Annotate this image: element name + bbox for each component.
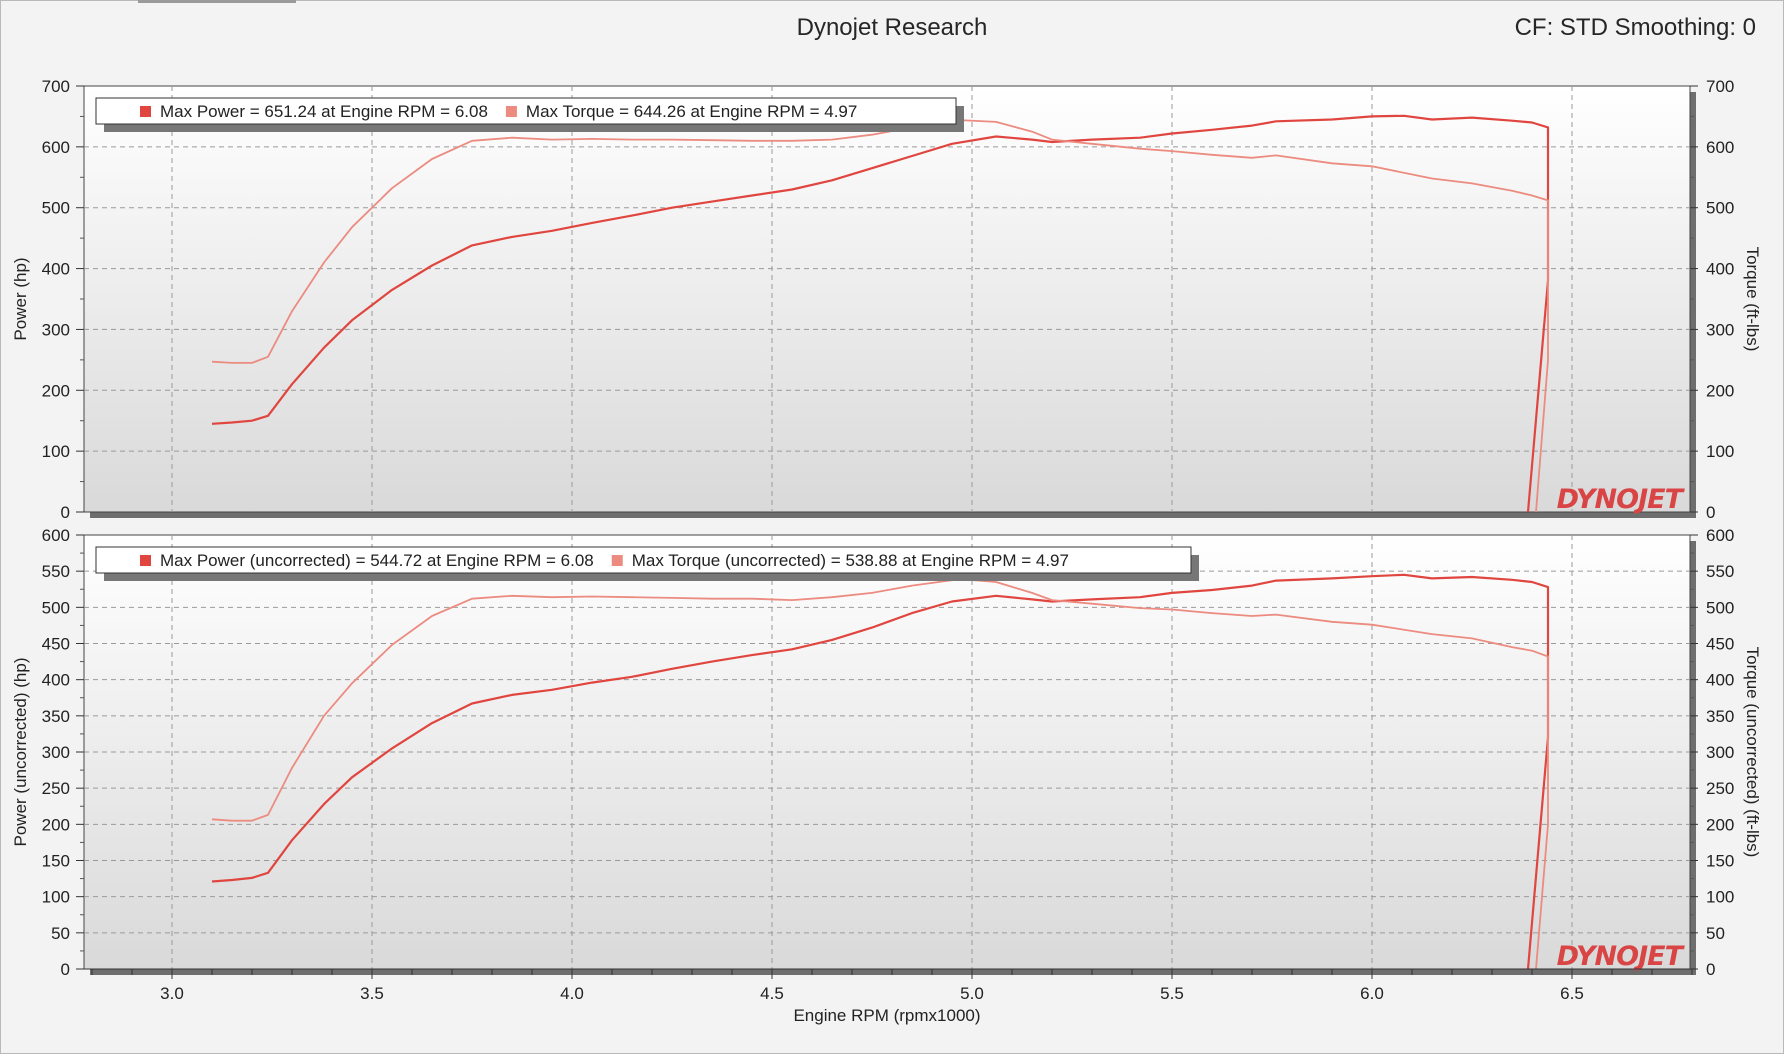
y2-tick-label: 500 bbox=[1706, 199, 1734, 218]
y-tick-label: 50 bbox=[51, 924, 70, 943]
y2-tick-label: 200 bbox=[1706, 381, 1734, 400]
y-tick-label: 500 bbox=[42, 598, 70, 617]
y-tick-label: 300 bbox=[42, 743, 70, 762]
legend-entry: Max Power = 651.24 at Engine RPM = 6.08 bbox=[160, 102, 488, 121]
plot-area bbox=[83, 85, 1691, 513]
y-tick-label: 400 bbox=[42, 260, 70, 279]
y-tick-label: 300 bbox=[42, 320, 70, 339]
y2-tick-label: 100 bbox=[1706, 442, 1734, 461]
y-tick-label: 150 bbox=[42, 852, 70, 871]
y2-tick-label: 600 bbox=[1706, 526, 1734, 545]
y2-tick-label: 700 bbox=[1706, 77, 1734, 96]
x-tick-label: 3.5 bbox=[360, 984, 384, 1003]
y-tick-label: 600 bbox=[42, 138, 70, 157]
dynojet-logo: DYNOJET bbox=[1557, 484, 1686, 515]
y-axis-label: Power (uncorrected) (hp) bbox=[11, 658, 30, 847]
chart-panel-1: 0 0 100 100 200 200 300 300 400 400 500 500 600 600 70… bbox=[11, 77, 1762, 522]
y2-tick-label: 500 bbox=[1706, 598, 1734, 617]
y-tick-label: 0 bbox=[61, 503, 70, 522]
y2-tick-label: 450 bbox=[1706, 635, 1734, 654]
y-tick-label: 200 bbox=[42, 381, 70, 400]
y2-tick-label: 100 bbox=[1706, 888, 1734, 907]
y2-axis-label: Torque (uncorrected) (ft-lbs) bbox=[1743, 647, 1762, 858]
legend-marker-power bbox=[140, 555, 151, 566]
x-tick-label: 6.5 bbox=[1560, 984, 1584, 1003]
y2-tick-label: 350 bbox=[1706, 707, 1734, 726]
x-tick-label: 6.0 bbox=[1360, 984, 1384, 1003]
y-tick-label: 250 bbox=[42, 779, 70, 798]
y2-tick-label: 400 bbox=[1706, 260, 1734, 279]
dyno-chart: 0 0100 100200 200300 300400 400500 500600 60070… bbox=[11, 77, 1762, 1025]
y-tick-label: 400 bbox=[42, 671, 70, 690]
y2-tick-label: 300 bbox=[1706, 743, 1734, 762]
y2-tick-label: 200 bbox=[1706, 815, 1734, 834]
x-tick-label: 5.5 bbox=[1160, 984, 1184, 1003]
y-tick-label: 500 bbox=[42, 199, 70, 218]
legend-entry: Max Torque = 644.26 at Engine RPM = 4.97 bbox=[526, 102, 857, 121]
y2-tick-label: 0 bbox=[1706, 960, 1715, 979]
x-tick-label: 4.5 bbox=[760, 984, 784, 1003]
chart-panel-2: 0 0 50 50 100 100 150 150 200 200 250 250 300 300 350 3… bbox=[11, 526, 1762, 979]
y-tick-label: 700 bbox=[42, 77, 70, 96]
x-tick-label: 3.0 bbox=[160, 984, 184, 1003]
legend-marker-power bbox=[140, 106, 151, 117]
y2-axis-label: Torque (ft-lbs) bbox=[1743, 247, 1762, 352]
y-tick-label: 0 bbox=[61, 960, 70, 979]
y-tick-label: 100 bbox=[42, 888, 70, 907]
y2-tick-label: 50 bbox=[1706, 924, 1725, 943]
y2-tick-label: 150 bbox=[1706, 852, 1734, 871]
x-axis-label: Engine RPM (rpmx1000) bbox=[793, 1006, 980, 1025]
legend-marker-torque bbox=[505, 106, 517, 117]
legend-marker-torque bbox=[611, 555, 623, 566]
y2-tick-label: 550 bbox=[1706, 562, 1734, 581]
y-tick-label: 450 bbox=[42, 635, 70, 654]
legend-entry: Max Power (uncorrected) = 544.72 at Engi… bbox=[160, 551, 594, 570]
y2-tick-label: 400 bbox=[1706, 671, 1734, 690]
x-tick-label: 4.0 bbox=[560, 984, 584, 1003]
y2-tick-label: 0 bbox=[1706, 503, 1715, 522]
y-tick-label: 350 bbox=[42, 707, 70, 726]
y-tick-label: 600 bbox=[42, 526, 70, 545]
y-tick-label: 100 bbox=[42, 442, 70, 461]
y-tick-label: 550 bbox=[42, 562, 70, 581]
y-tick-label: 200 bbox=[42, 815, 70, 834]
y2-tick-label: 600 bbox=[1706, 138, 1734, 157]
y2-tick-label: 300 bbox=[1706, 320, 1734, 339]
dynojet-logo: DYNOJET bbox=[1557, 941, 1686, 972]
legend-entry: Max Torque (uncorrected) = 538.88 at Eng… bbox=[632, 551, 1069, 570]
y-axis-label: Power (hp) bbox=[11, 257, 30, 340]
x-tick-label: 5.0 bbox=[960, 984, 984, 1003]
y2-tick-label: 250 bbox=[1706, 779, 1734, 798]
